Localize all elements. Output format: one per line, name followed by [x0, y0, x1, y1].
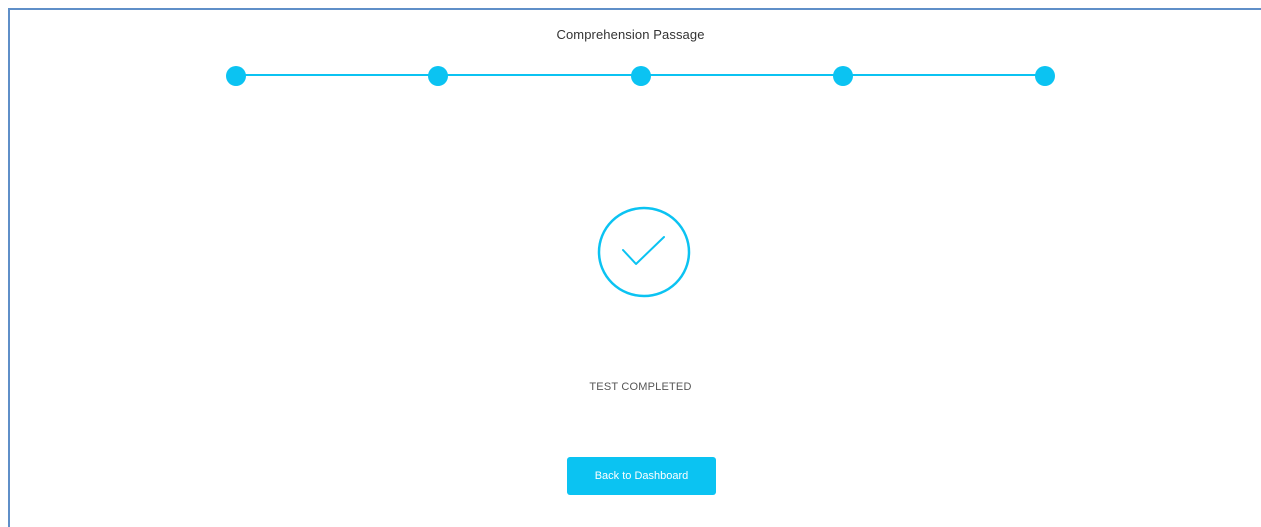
step-dot-4[interactable]	[833, 66, 853, 86]
back-to-dashboard-button[interactable]: Back to Dashboard	[567, 457, 716, 495]
step-dot-5[interactable]	[1035, 66, 1055, 86]
page-title: Comprehension Passage	[556, 27, 705, 42]
step-dot-1[interactable]	[226, 66, 246, 86]
status-text: TEST COMPLETED	[589, 381, 692, 393]
step-dot-3[interactable]	[631, 66, 651, 86]
check-circle-icon	[597, 206, 691, 298]
step-dot-2[interactable]	[428, 66, 448, 86]
